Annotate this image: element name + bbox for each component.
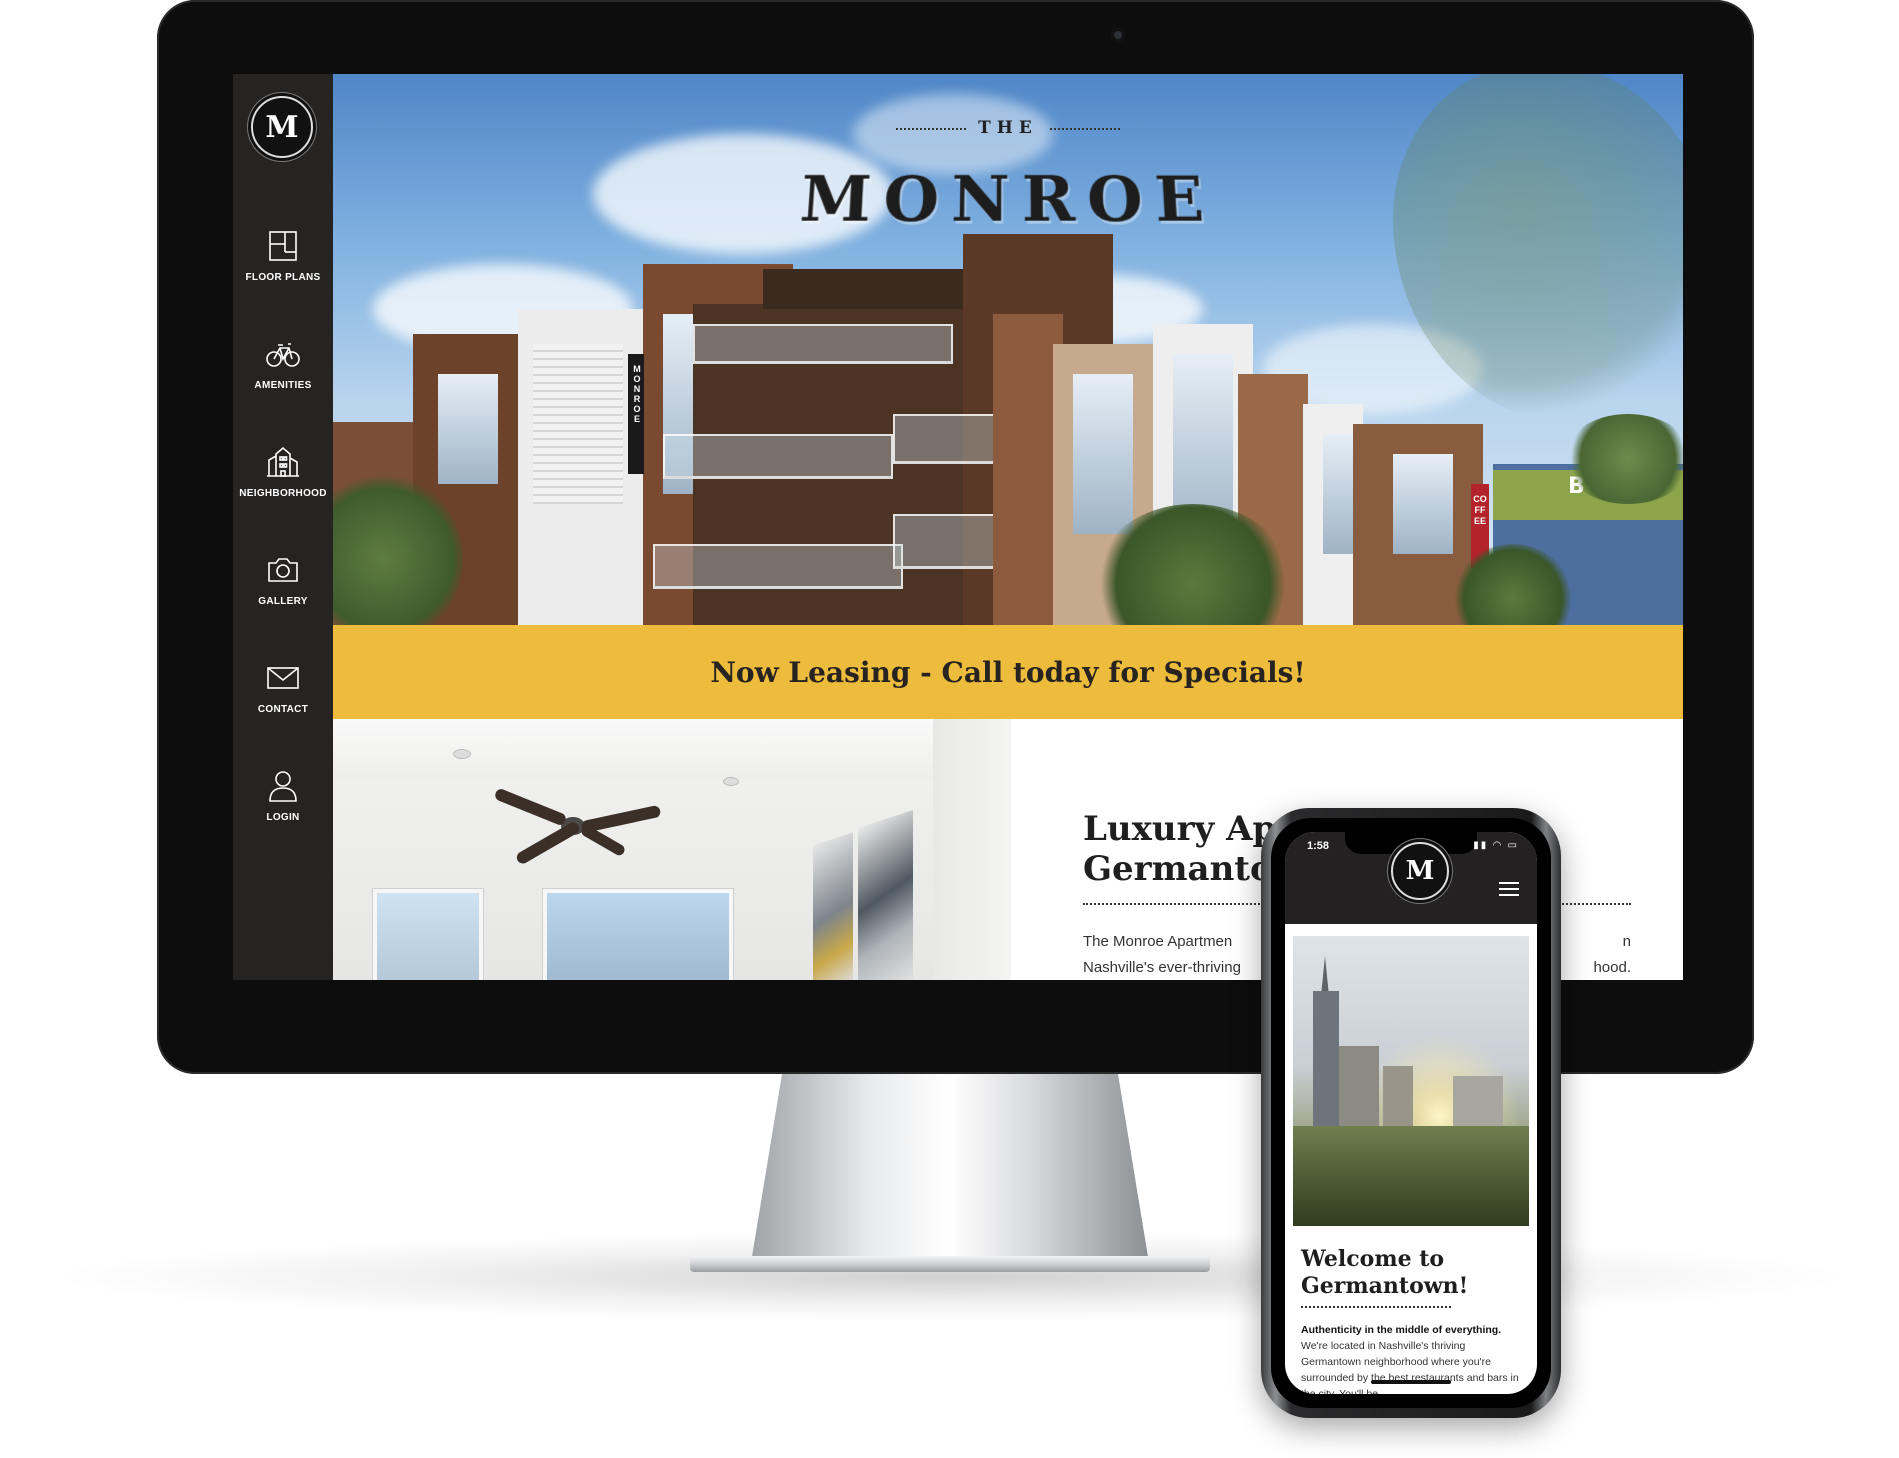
sidebar-item-floor-plans[interactable]: FLOOR PLANS [233, 228, 333, 308]
mobile-title: Welcome to Germantown! [1301, 1246, 1469, 1299]
sidebar: M FLOOR PLANS AMENITIES NEIGHBORHOOD GAL… [233, 74, 333, 980]
sidebar-item-label: GALLERY [258, 596, 308, 607]
sidebar-item-contact[interactable]: CONTACT [233, 660, 333, 740]
sidebar-item-amenities[interactable]: AMENITIES [233, 336, 333, 416]
interior-photo [333, 719, 1011, 980]
sidebar-item-label: NEIGHBORHOOD [239, 488, 327, 499]
hero-image: MONROE B COFFEE THE MONROE [333, 74, 1683, 625]
status-time: 1:58 [1307, 840, 1330, 852]
city-photo [1293, 936, 1529, 1226]
monroe-logo[interactable]: M [251, 96, 313, 158]
floor-plan-icon [269, 231, 297, 261]
bicycle-icon [266, 343, 300, 367]
home-indicator[interactable] [1371, 1380, 1451, 1384]
envelope-icon [267, 667, 299, 689]
buildings-icon [267, 446, 299, 477]
camera-icon [1111, 28, 1125, 42]
mobile-phone: 1:58 ▮▮ ◠ ▭ M Welcome to Germantown! Aut… [1261, 808, 1561, 1418]
monitor-stand [750, 1074, 1150, 1269]
user-icon [269, 771, 297, 802]
camera-icon [268, 558, 298, 582]
banner-text: Now Leasing - Call today for Specials! [710, 655, 1306, 689]
hero-pre-title: THE [333, 118, 1683, 138]
sidebar-item-neighborhood[interactable]: NEIGHBORHOOD [233, 444, 333, 524]
monitor-stand-base [690, 1256, 1210, 1272]
hamburger-menu-icon[interactable] [1499, 882, 1519, 896]
sidebar-item-label: AMENITIES [254, 380, 312, 391]
mobile-title-divider [1301, 1306, 1451, 1308]
sidebar-item-login[interactable]: LOGIN [233, 768, 333, 848]
signal-wifi-battery-icon: ▮▮ ◠ ▭ [1473, 840, 1519, 851]
building-sign-text: MONROE [633, 364, 641, 424]
mobile-logo[interactable]: M [1391, 842, 1449, 900]
coffee-sign-text: COFFEE [1473, 494, 1487, 526]
hero-title: MONROE [797, 163, 1219, 237]
sidebar-item-label: FLOOR PLANS [245, 272, 321, 283]
sidebar-item-label: LOGIN [266, 812, 300, 823]
ceiling-fan [473, 779, 673, 869]
mobile-screen: 1:58 ▮▮ ◠ ▭ M Welcome to Germantown! Aut… [1285, 832, 1537, 1394]
sidebar-item-gallery[interactable]: GALLERY [233, 552, 333, 632]
leasing-banner[interactable]: Now Leasing - Call today for Specials! [333, 625, 1683, 719]
sidebar-item-label: CONTACT [257, 704, 309, 715]
